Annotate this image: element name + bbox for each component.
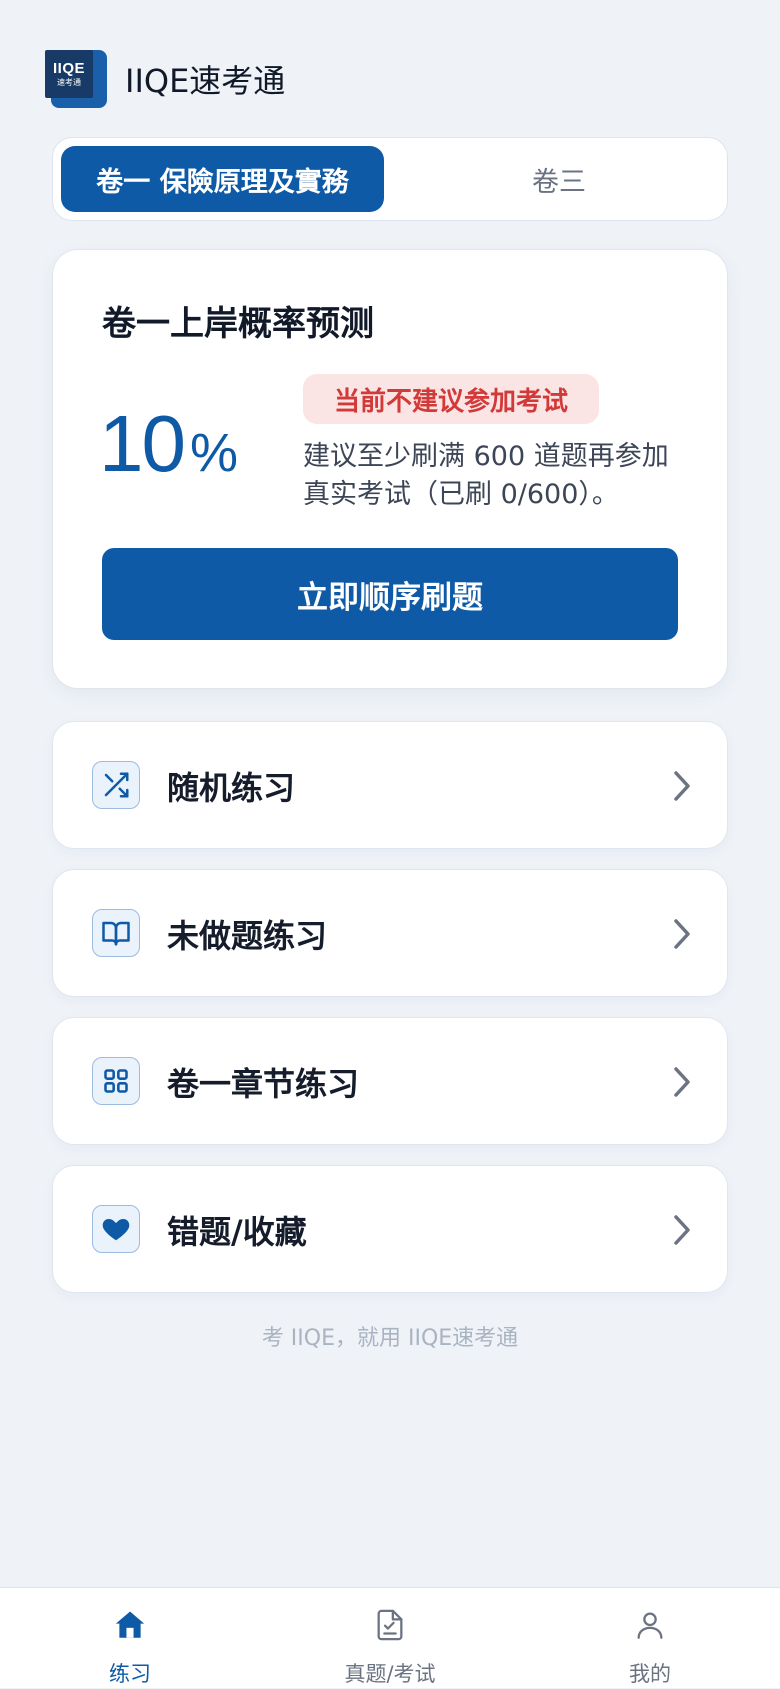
- app-logo: IIQE 速考通: [45, 48, 109, 110]
- chevron-right-icon: [674, 919, 690, 949]
- logo-text-line2: 速考通: [57, 77, 81, 87]
- footer-slogan: 考 IIQE，就用 IIQE速考通: [261, 1326, 519, 1351]
- home-icon: [115, 1611, 145, 1638]
- nav-label: 我的: [629, 1662, 671, 1686]
- heart-icon: [92, 1205, 140, 1253]
- menu-item-mistakes-favorites[interactable]: 错题/收藏: [52, 1165, 728, 1293]
- nav-label: 练习: [109, 1662, 151, 1686]
- shuffle-icon: [92, 761, 140, 809]
- app-header: IIQE 速考通 IIQE速考通: [45, 48, 285, 110]
- pass-probability: 10 %: [99, 398, 238, 490]
- logo-badge: IIQE 速考通: [45, 50, 93, 98]
- nav-label: 真题/考试: [344, 1662, 436, 1686]
- menu-label: 未做题练习: [167, 917, 328, 955]
- menu-item-unanswered-practice[interactable]: 未做题练习: [52, 869, 728, 997]
- menu-label: 卷一章节练习: [167, 1065, 360, 1103]
- chevron-right-icon: [674, 771, 690, 801]
- book-icon: [92, 909, 140, 957]
- nav-tab-exams[interactable]: 真题/考试: [290, 1588, 490, 1689]
- tab-paper-3[interactable]: 卷三: [398, 146, 720, 212]
- menu-label: 错题/收藏: [167, 1213, 307, 1251]
- tab-paper-1[interactable]: 卷一 保險原理及實務: [61, 146, 384, 212]
- app-title: IIQE速考通: [125, 62, 286, 100]
- prediction-title: 卷一上岸概率预测: [102, 304, 374, 344]
- grid-icon: [92, 1057, 140, 1105]
- menu-item-chapter-practice[interactable]: 卷一章节练习: [52, 1017, 728, 1145]
- pass-probability-unit: %: [189, 423, 238, 483]
- bottom-nav: 练习 真题/考试 我的: [0, 1587, 780, 1688]
- chevron-right-icon: [674, 1215, 690, 1245]
- document-icon: [377, 1609, 403, 1641]
- start-sequential-practice-button[interactable]: 立即顺序刷题: [102, 548, 678, 640]
- pass-probability-value: 10: [99, 399, 186, 488]
- pass-prediction-card: 卷一上岸概率预测 10 % 当前不建议参加考试 建议至少刷满 600 道题再参加…: [52, 249, 728, 689]
- status-badge: 当前不建议参加考试: [303, 374, 599, 424]
- nav-tab-profile[interactable]: 我的: [550, 1588, 750, 1689]
- user-icon: [637, 1612, 663, 1639]
- menu-label: 随机练习: [167, 769, 296, 807]
- menu-item-random-practice[interactable]: 随机练习: [52, 721, 728, 849]
- chevron-right-icon: [674, 1067, 690, 1097]
- nav-tab-practice[interactable]: 练习: [30, 1588, 230, 1689]
- paper-tabs: 卷一 保險原理及實務 卷三: [52, 137, 728, 221]
- advice-text: 建议至少刷满 600 道题再参加真实考试（已刷 0/600）。: [303, 441, 669, 510]
- logo-text-line1: IIQE: [52, 59, 85, 77]
